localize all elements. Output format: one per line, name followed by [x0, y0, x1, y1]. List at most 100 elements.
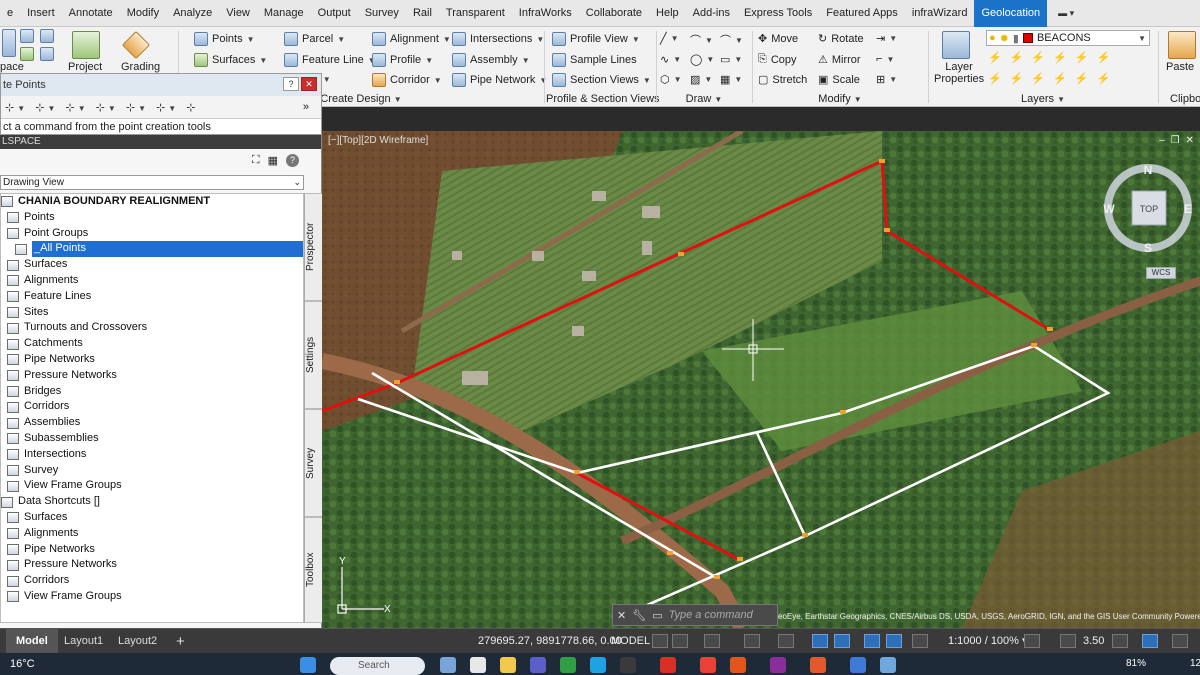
customize-icon[interactable]	[1172, 634, 1188, 648]
toolspace-view-dropdown[interactable]: Drawing View ⌄	[0, 175, 304, 190]
tree-node[interactable]: Assemblies	[1, 415, 303, 431]
sample-lines-button[interactable]: Sample Lines	[552, 53, 637, 67]
isolate-icon[interactable]	[1112, 634, 1128, 648]
line-tool[interactable]: ╱ ▼	[660, 32, 679, 45]
point-tool-4[interactable]: ⊹ ▼	[96, 101, 116, 114]
tree-node[interactable]: Corridors	[1, 399, 303, 415]
assembly-button[interactable]: Assembly ▼	[452, 53, 530, 67]
annotation-scale-icon[interactable]	[912, 634, 928, 648]
tree-node[interactable]: Feature Lines	[1, 289, 303, 305]
satellite-map[interactable]: Y X TOP N S W E	[322, 131, 1200, 628]
layer-properties-icon[interactable]	[942, 31, 970, 59]
task-view-icon[interactable]	[440, 657, 456, 673]
help-icon[interactable]: ?	[286, 154, 299, 167]
tree-node[interactable]: Survey	[1, 463, 303, 479]
annotation-visibility-icon[interactable]	[886, 634, 902, 648]
tree-node[interactable]: Subassemblies	[1, 431, 303, 447]
scale-button[interactable]: ▣ Scale	[818, 73, 860, 87]
civil3d-taskbar-icon[interactable]	[770, 657, 786, 673]
model-space-toggle[interactable]: MODEL	[611, 629, 650, 654]
tree-node[interactable]: Surfaces	[1, 257, 303, 273]
ribbon-tab-express-tools[interactable]: Express Tools	[737, 0, 819, 27]
alignment-button[interactable]: Alignment ▼	[372, 32, 451, 46]
clock[interactable]: 12	[1190, 658, 1200, 669]
app-icon[interactable]	[620, 657, 636, 673]
tree-node[interactable]: Sites	[1, 305, 303, 321]
point-tool-3[interactable]: ⊹ ▼	[65, 101, 85, 114]
spline-tool[interactable]: ∿ ▼	[660, 53, 681, 66]
ribbon-tab-annotate[interactable]: Annotate	[62, 0, 120, 27]
lineweight-icon[interactable]	[864, 634, 880, 648]
intersections-button[interactable]: Intersections ▼	[452, 32, 544, 46]
ribbon-tab-insert[interactable]: Insert	[20, 0, 62, 27]
table-icon[interactable]	[40, 47, 54, 61]
ortho-icon[interactable]	[704, 634, 720, 648]
corridor-button[interactable]: Corridor ▼	[372, 73, 442, 87]
tree-node[interactable]: Turnouts and Crossovers	[1, 320, 303, 336]
project-button[interactable]: Project	[68, 61, 102, 73]
ribbon-tab-survey[interactable]: Survey	[358, 0, 406, 27]
expand-chevron-icon[interactable]: »	[303, 101, 309, 113]
tree-node[interactable]: Intersections	[1, 447, 303, 463]
ribbon-tab-view[interactable]: View	[219, 0, 257, 27]
paste-button[interactable]: Paste	[1166, 61, 1194, 73]
teams-icon[interactable]	[530, 657, 546, 673]
tree-node[interactable]: CHANIA BOUNDARY REALIGNMENT	[1, 194, 303, 210]
minimize-icon[interactable]: –	[1159, 135, 1165, 146]
close-icon[interactable]: ✕	[617, 609, 626, 622]
help-button[interactable]: ?	[283, 77, 299, 91]
polyline-tool[interactable]: ⌒ ▼	[690, 32, 713, 48]
toolspace-icon[interactable]	[2, 29, 16, 57]
command-history-icon[interactable]: ▭	[652, 609, 662, 622]
tree-node[interactable]: _All Points	[1, 241, 303, 258]
stretch-button[interactable]: ▢ Stretch	[758, 73, 807, 87]
ribbon-tab-rail[interactable]: Rail	[406, 0, 439, 27]
tree-node[interactable]: Catchments	[1, 336, 303, 352]
tab-toolbox[interactable]: Toolbox	[305, 517, 323, 623]
project-cube-icon[interactable]	[72, 31, 100, 59]
tree-node[interactable]: View Frame Groups	[1, 478, 303, 494]
point-tool-6[interactable]: ⊹ ▼	[156, 101, 176, 114]
tab-model[interactable]: Model	[6, 629, 58, 654]
tree-node[interactable]: Pipe Networks	[1, 352, 303, 368]
layer-dropdown[interactable]: ● ✹ ▮ BEACONS ▼	[986, 30, 1150, 46]
viewport-controls-label[interactable]: [−][Top][2D Wireframe]	[328, 135, 428, 146]
grading-icon[interactable]	[121, 30, 151, 60]
tab-layout2[interactable]: Layout2	[108, 629, 167, 654]
tab-layout1[interactable]: Layout1	[54, 629, 113, 654]
taskbar-search[interactable]: Search	[330, 657, 425, 675]
widgets-icon[interactable]	[470, 657, 486, 673]
otrack-icon[interactable]	[834, 634, 850, 648]
tree-node[interactable]: Data Shortcuts []	[1, 494, 303, 510]
compass-w[interactable]: W	[1103, 202, 1115, 216]
ribbon-tab-featured-apps[interactable]: Featured Apps	[819, 0, 905, 27]
tab-survey[interactable]: Survey	[305, 409, 323, 517]
arc-tool[interactable]: ⌒ ▼	[720, 32, 743, 48]
compass-n[interactable]: N	[1144, 163, 1153, 177]
annotation-height[interactable]: 3.50	[1083, 629, 1104, 654]
restore-icon[interactable]: ❐	[1171, 135, 1180, 146]
close-button[interactable]: ✕	[301, 77, 317, 91]
surfaces-button[interactable]: Surfaces ▼	[194, 53, 267, 67]
store-icon[interactable]	[590, 657, 606, 673]
close-icon[interactable]: ✕	[1186, 135, 1194, 146]
chrome-icon[interactable]	[700, 657, 716, 673]
weather-temperature[interactable]: 16°C	[10, 658, 35, 670]
viewcube-face[interactable]: TOP	[1140, 204, 1158, 214]
polygon-tool[interactable]: ⬡ ▼	[660, 73, 682, 86]
panel-icon[interactable]	[20, 47, 34, 61]
ribbon-options-icon[interactable]: ▬ ▾	[1055, 6, 1077, 20]
tree-node[interactable]: Points	[1, 210, 303, 226]
rectangle-tool[interactable]: ▭ ▼	[720, 53, 742, 66]
tree-node[interactable]: Bridges	[1, 384, 303, 400]
move-button[interactable]: ✥ Move	[758, 32, 798, 46]
ribbon-tab-infrawizard[interactable]: infraWizard	[905, 0, 975, 27]
hardware-accel-icon[interactable]	[1142, 634, 1158, 648]
compass-e[interactable]: E	[1184, 202, 1192, 216]
edge-icon[interactable]	[560, 657, 576, 673]
command-line[interactable]: ✕ 🔧︎ ▭ Type a command	[612, 604, 778, 626]
grading-button[interactable]: Grading	[121, 61, 160, 73]
tree-node[interactable]: Alignments	[1, 526, 303, 542]
tree-node[interactable]: Surfaces	[1, 510, 303, 526]
layers-panel-title[interactable]: Layers ▼	[930, 93, 1156, 105]
